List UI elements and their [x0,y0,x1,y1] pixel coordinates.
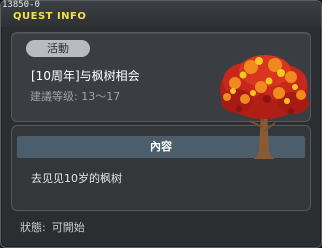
quest-level-requirement: 建議等级: 13～17 [30,90,121,103]
maple-tree-icon [220,55,309,159]
status-value: 可開始 [51,221,85,234]
quest-info-window: QUEST INFO 13850-0 活動 [10周年]与枫树相会 建議等级: … [0,0,322,248]
quest-category-tag: 活動 [26,40,90,57]
quest-status: 狀態: 可開始 [20,221,85,235]
status-label: 狀態: [20,221,46,234]
quest-name: [10周年]与枫树相会 [31,69,140,83]
quest-id: 13850-0 [2,0,40,10]
quest-description: 去见见10岁的枫树 [31,172,122,185]
title-bar[interactable]: QUEST INFO [1,1,321,27]
window-title: QUEST INFO [13,11,87,22]
